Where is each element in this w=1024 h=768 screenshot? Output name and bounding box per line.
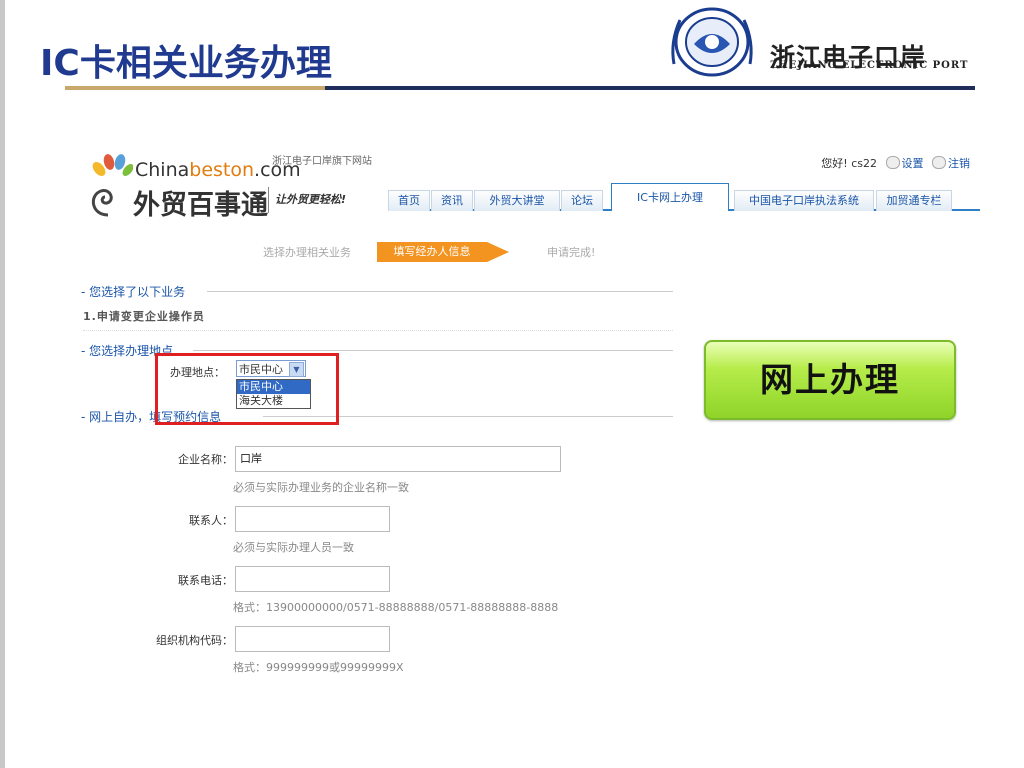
phone-label: 联系电话：: [178, 574, 233, 587]
title-rule: [325, 86, 975, 90]
section-rule: [207, 291, 673, 292]
user-greeting: 您好! cs22 设置 注销: [821, 155, 970, 171]
contact-input[interactable]: [235, 506, 390, 532]
settings-link[interactable]: 设置: [902, 157, 924, 170]
username: cs22: [851, 157, 877, 170]
nav-tab-news[interactable]: 资讯: [431, 190, 473, 211]
nav-tab-home[interactable]: 首页: [388, 190, 430, 211]
online-processing-button[interactable]: 网上办理: [704, 340, 956, 420]
nav-tab-ic-card[interactable]: IC卡网上办理: [611, 183, 729, 211]
nav-tab-forum[interactable]: 论坛: [561, 190, 603, 211]
contact-hint: 必须与实际办理人员一致: [233, 541, 354, 554]
nav-tab-enforcement[interactable]: 中国电子口岸执法系统: [734, 190, 874, 211]
contact-label: 联系人：: [189, 514, 233, 527]
site-brand-cn: 外贸百事通: [133, 190, 268, 221]
step-select-business: 选择办理相关业务: [263, 246, 351, 259]
step-complete: 申请完成!: [547, 246, 596, 259]
org-code-label: 组织机构代码：: [156, 634, 233, 647]
logout-icon: [932, 156, 946, 169]
phone-hint: 格式：13900000000/0571-88888888/0571-888888…: [233, 601, 559, 614]
settings-icon: [885, 156, 900, 169]
section-rule: [193, 350, 673, 351]
selected-business-item: 1.申请变更企业操作员: [83, 310, 205, 323]
port-brand-en: ZHEJIANG ELECTRONIC PORT: [770, 60, 969, 71]
org-code-input[interactable]: [235, 626, 390, 652]
phone-input[interactable]: [235, 566, 390, 592]
site-slogan: 让外贸更轻松!: [275, 193, 347, 206]
highlight-box: [155, 353, 339, 425]
step-arrow: [487, 242, 509, 262]
website-screenshot: Chinabeston.com 浙江电子口岸旗下网站 外贸百事通 让外贸更轻松!…: [75, 145, 980, 705]
site-brand-subtitle: 浙江电子口岸旗下网站: [272, 156, 372, 167]
company-name-input[interactable]: 口岸: [235, 446, 561, 472]
dotted-divider: [83, 330, 673, 331]
greeting-text: 您好!: [821, 157, 848, 170]
brand-divider: [268, 187, 269, 213]
nav-tab-lecture[interactable]: 外贸大讲堂: [474, 190, 560, 211]
step-fill-info: 填写经办人信息: [377, 242, 487, 262]
slide-title: IC卡相关业务办理: [40, 43, 332, 84]
nav-tab-processing-trade[interactable]: 加贸通专栏: [876, 190, 952, 211]
company-name-label: 企业名称：: [178, 453, 233, 466]
online-processing-label: 网上办理: [760, 360, 900, 399]
logout-link[interactable]: 注销: [948, 157, 970, 170]
title-rule-accent: [65, 86, 327, 90]
swirl-logo-icon: [91, 189, 113, 217]
slide-left-border: [0, 0, 5, 768]
company-name-hint: 必须与实际办理业务的企业名称一致: [233, 481, 409, 494]
section-business-title: - 您选择了以下业务: [81, 285, 186, 299]
electronic-port-emblem-icon: [671, 7, 753, 77]
org-code-hint: 格式：999999999或99999999X: [233, 661, 404, 674]
